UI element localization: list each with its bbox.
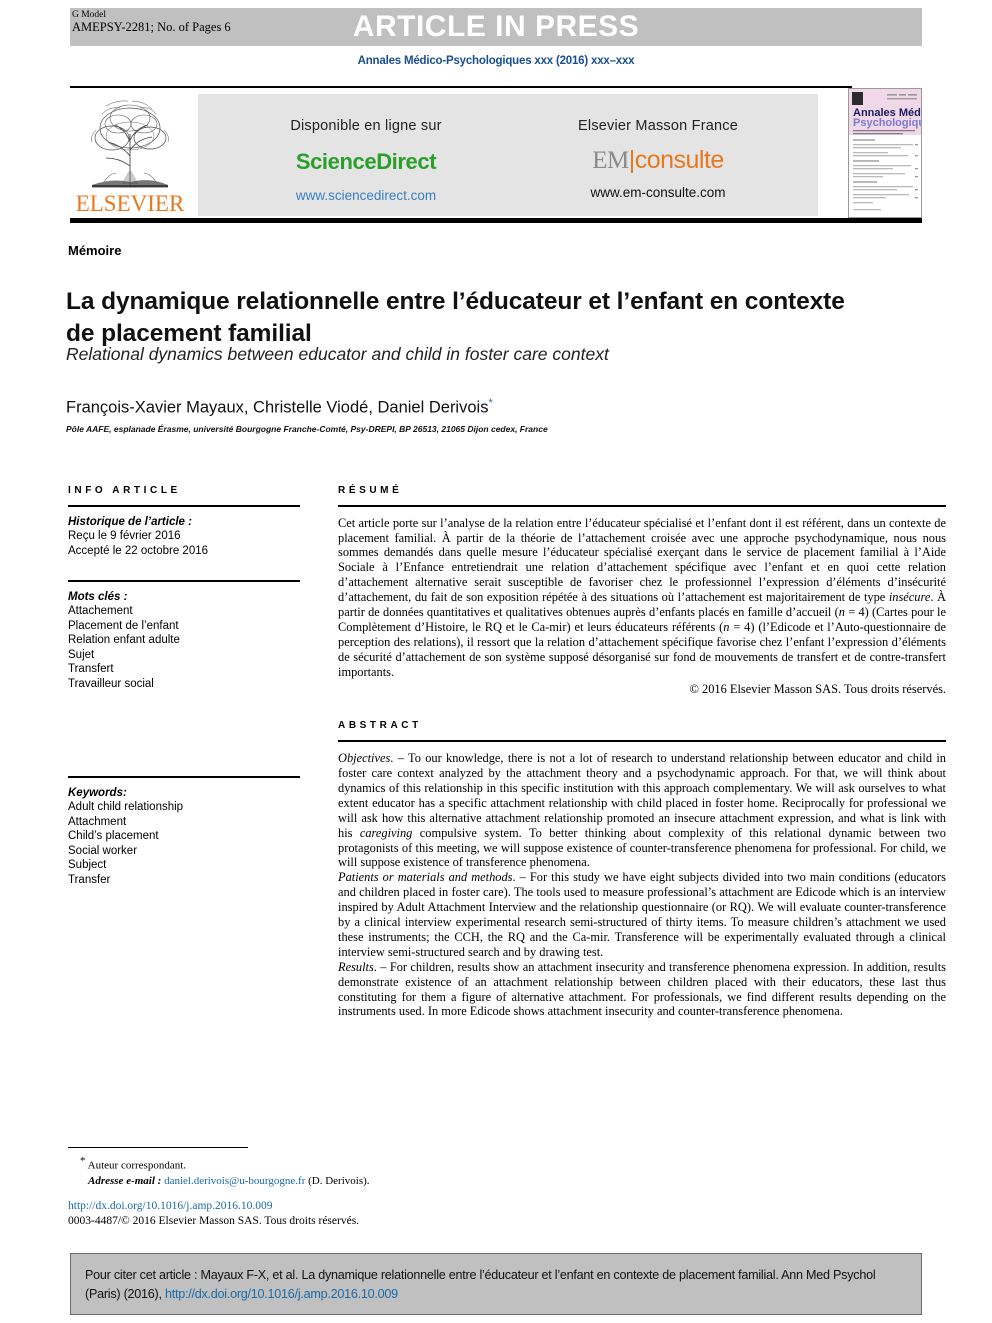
keyword-item: Relation enfant adulte	[68, 634, 180, 647]
resume-heading: RÉSUMÉ	[338, 485, 403, 496]
emconsulte-logo: EM|consulte	[512, 146, 804, 175]
keywords-fr-block: Mots clés : Attachement Placement de l’e…	[68, 590, 300, 692]
keyword-item: Subject	[68, 859, 107, 872]
corresponding-author-marker: *	[488, 397, 493, 409]
info-divider-1	[68, 505, 300, 507]
keywords-fr-label: Mots clés :	[68, 590, 128, 603]
resume-italic-1: insécure	[888, 590, 931, 605]
resume-divider	[338, 505, 946, 507]
g-model-block: G Model AMEPSY-2281; No. of Pages 6	[72, 9, 231, 33]
keywords-en-label: Keywords:	[68, 786, 127, 799]
keyword-item: Social worker	[68, 844, 138, 857]
footnote-rule	[68, 1147, 248, 1148]
citation-box: Pour citer cet article : Mayaux F-X, et …	[70, 1253, 922, 1315]
abstract-column: RÉSUMÉ Cet article porte sur l’analyse d…	[338, 485, 946, 1019]
citation-text: Pour citer cet article : Mayaux F-X, et …	[85, 1266, 907, 1304]
resume-text-1: Cet article porte sur l’analyse de la re…	[338, 515, 946, 605]
svg-text:Psychologiques: Psychologiques	[853, 117, 921, 129]
keyword-item: Transfer	[68, 873, 111, 886]
article-history-block: Historique de l’article : Reçu le 9 févr…	[68, 515, 300, 559]
page-subtitle-english: Relational dynamics between educator and…	[66, 344, 609, 364]
sciencedirect-url[interactable]: www.sciencedirect.com	[220, 188, 512, 203]
banner-bottom-rule	[70, 218, 922, 223]
author-names: François-Xavier Mayaux, Christelle Viodé…	[66, 398, 489, 417]
corresponding-author-asterisk: *	[80, 1155, 86, 1167]
corresponding-author-text: Auteur correspondant.	[87, 1159, 187, 1172]
abstract-objectives-italic: caregiving	[359, 825, 413, 840]
resume-copyright: © 2016 Elsevier Masson SAS. Tous droits …	[689, 681, 946, 696]
emconsulte-block[interactable]: Elsevier Masson France EM|consulte www.e…	[512, 94, 804, 200]
keyword-item: Placement de l’enfant	[68, 619, 179, 632]
page-title: La dynamique relationnelle entre l’éduca…	[66, 288, 845, 348]
abstract-methods: Patients or materials and methods. – For…	[338, 870, 946, 959]
abstract-objectives-label: Objectives	[338, 751, 391, 766]
author-email-link[interactable]: daniel.derivois@u-bourgogne.fr	[164, 1175, 305, 1187]
manuscript-id: AMEPSY-2281; No. of Pages 6	[72, 20, 231, 34]
accepted-date: Accepté le 22 octobre 2016	[68, 544, 209, 557]
email-label: Adresse e-mail :	[88, 1174, 162, 1187]
abstract-results: Results. – For children, results show an…	[338, 960, 946, 1020]
doi-link[interactable]: http://dx.doi.org/10.1016/j.amp.2016.10.…	[68, 1199, 359, 1214]
issn-copyright-line: 0003-4487/© 2016 Elsevier Masson SAS. To…	[68, 1215, 360, 1227]
received-date: Reçu le 9 février 2016	[68, 530, 181, 543]
emconsulte-url[interactable]: www.em-consulte.com	[512, 185, 804, 200]
emconsulte-label: Elsevier Masson France	[578, 118, 738, 134]
emconsulte-logo-em: EM	[592, 147, 629, 174]
keyword-item: Transfert	[68, 663, 114, 676]
banner-top-rule	[70, 86, 852, 88]
keyword-item: Adult child relationship	[68, 801, 184, 814]
info-article-column: INFO ARTICLE Historique de l’article : R…	[68, 485, 300, 887]
abstract-objectives-text2: compulsive system. To better thinking ab…	[338, 825, 946, 870]
email-owner: (D. Derivois).	[308, 1174, 370, 1187]
sciencedirect-block[interactable]: Disponible en ligne sur ScienceDirect ww…	[220, 94, 512, 203]
abstract-heading: ABSTRACT	[338, 720, 422, 732]
footnote-block: * Auteur correspondant. Adresse e-mail :…	[80, 1154, 370, 1189]
citation-doi-link[interactable]: http://dx.doi.org/10.1016/j.amp.2016.10.…	[165, 1287, 398, 1301]
elsevier-logo: ELSEVIER	[70, 90, 190, 216]
abstract-divider	[338, 740, 946, 743]
info-divider-3	[68, 776, 300, 778]
article-history-label: Historique de l’article :	[68, 515, 192, 528]
elsevier-tree-icon	[78, 94, 182, 192]
abstract-methods-label: Patients or materials and methods	[338, 870, 513, 885]
info-article-heading: INFO ARTICLE	[68, 485, 181, 496]
article-type-label: Mémoire	[68, 243, 122, 258]
affiliation: Pôle AAFE, esplanade Érasme, université …	[66, 424, 548, 434]
abstract-body: Objectives. – To our knowledge, there is…	[338, 751, 946, 1019]
keyword-item: Sujet	[68, 648, 95, 661]
keyword-item: Attachement	[68, 605, 133, 618]
emconsulte-logo-consulte: consulte	[634, 146, 725, 174]
sciencedirect-logo: ScienceDirect	[295, 149, 437, 174]
info-divider-2	[68, 580, 300, 582]
journal-cover-thumbnail: Annales Médico Psychologiques	[848, 88, 922, 218]
keyword-item: Travailleur social	[68, 677, 154, 690]
abstract-results-label: Results	[338, 959, 374, 974]
keyword-item: Attachment	[68, 815, 127, 828]
abstract-objectives: Objectives. – To our knowledge, there is…	[338, 751, 946, 870]
keyword-item: Child’s placement	[68, 830, 159, 843]
sciencedirect-label: Disponible en ligne sur	[290, 118, 442, 134]
keywords-en-block: Keywords: Adult child relationship Attac…	[68, 786, 300, 888]
journal-citation-line: Annales Médico-Psychologiques xxx (2016)…	[357, 55, 635, 67]
author-list: François-Xavier Mayaux, Christelle Viodé…	[66, 397, 856, 418]
resume-body: Cet article porte sur l’analyse de la re…	[338, 516, 946, 697]
abstract-results-text: . – For children, results show an attach…	[338, 959, 946, 1019]
elsevier-wordmark: ELSEVIER	[75, 191, 185, 216]
publisher-banner: Disponible en ligne sur ScienceDirect ww…	[198, 94, 818, 216]
doi-block: http://dx.doi.org/10.1016/j.amp.2016.10.…	[68, 1199, 359, 1229]
